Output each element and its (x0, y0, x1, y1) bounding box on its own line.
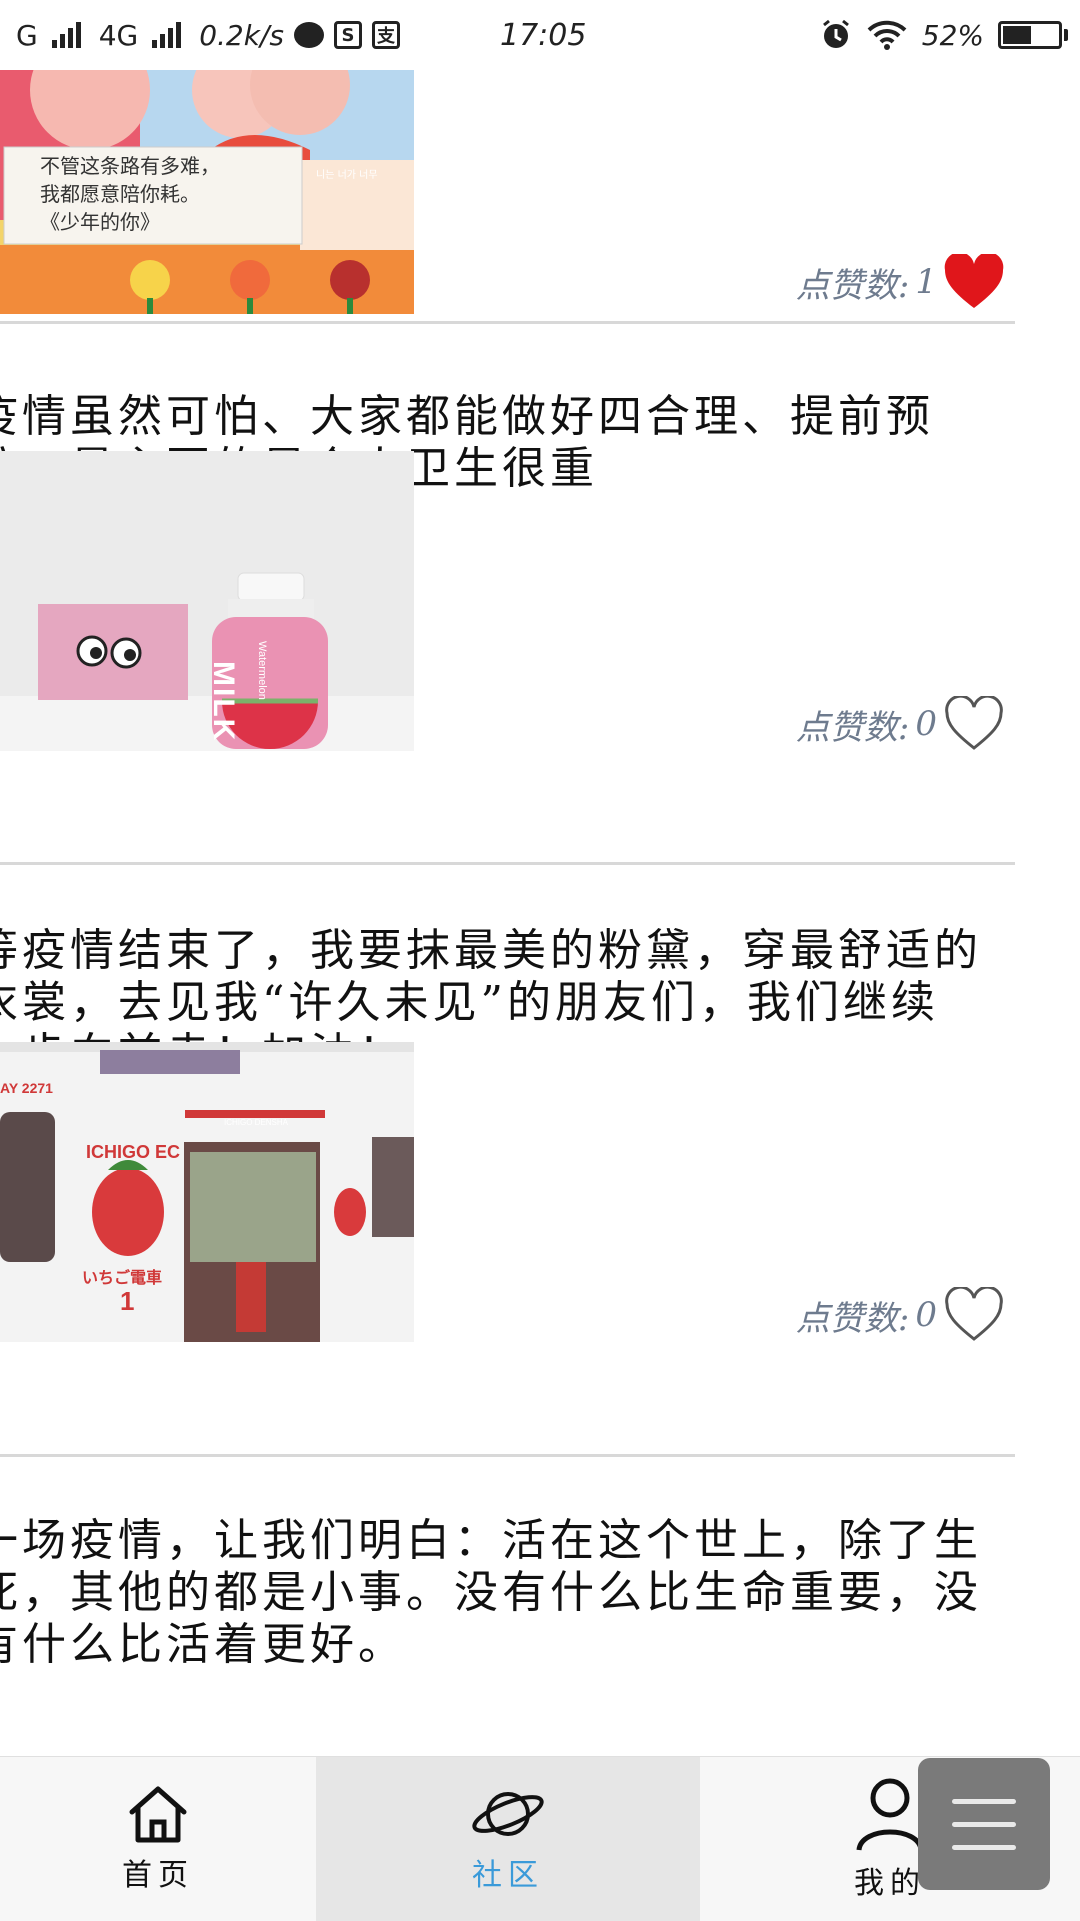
network-speed: 0.2k/s (199, 18, 284, 52)
s-app-icon: S (333, 21, 362, 49)
carrier-2: 4G (98, 18, 139, 52)
status-right: 52% (820, 0, 1068, 70)
wifi-icon (867, 20, 907, 50)
chat-bubble-icon (293, 22, 324, 48)
like-area[interactable]: 点赞数: 1 (796, 254, 1005, 310)
nav-mine-label: 我的 (854, 1866, 926, 1901)
like-area[interactable]: 点赞数: 0 (796, 1287, 1005, 1343)
menu-icon-bar (952, 1844, 1016, 1850)
planet-icon (472, 1792, 544, 1836)
battery-percent: 52% (921, 18, 984, 52)
heart-filled-icon[interactable] (943, 254, 1005, 310)
like-label: 点赞数: (795, 1298, 910, 1339)
train-text-3: 1 (120, 1286, 135, 1316)
post-text: 一场疫情，让我们明白：活在这个世上，除了生 死，其他的都是小事。没有什么比生命重… (0, 1515, 982, 1670)
post-image[interactable]: MILK Watermelon (0, 451, 414, 751)
like-label: 点赞数: (795, 265, 910, 306)
post-image[interactable]: 不管这条路有多难， 我都愿意陪你耗。 《少年的你》 니는 너가 너무 (0, 70, 414, 314)
clock: 17:05 (500, 17, 587, 53)
home-icon (129, 1786, 187, 1843)
menu-icon-bar (952, 1798, 1016, 1804)
post-card[interactable]: 疫情虽然可怕、大家都能做好四合理、提前预 防、最主要的是个人卫生很重 MILK … (0, 324, 1015, 865)
train-text-1: ICHIGO EC (86, 1142, 181, 1162)
like-label: 点赞数: (795, 707, 910, 748)
nav-home-label: 首页 (122, 1858, 194, 1893)
post-image[interactable]: ICHIGO EC いちご電車 1 AY 2271 ICHIGO DENSHA (0, 1042, 414, 1342)
battery-icon (998, 21, 1068, 49)
menu-icon-bar (952, 1821, 1016, 1827)
nav-community-label: 社区 (472, 1858, 544, 1893)
like-count: 0 (915, 704, 937, 744)
image-caption: 不管这条路有多难， 我都愿意陪你耗。 《少年的你》 (40, 154, 220, 234)
status-bar: G 4G 0.2k/s S 支 17:05 52% (0, 0, 1080, 70)
post-card[interactable]: 不管这条路有多难， 我都愿意陪你耗。 《少年的你》 니는 너가 너무 点赞数: … (0, 70, 1015, 324)
image-sign: 니는 너가 너무 (316, 170, 378, 181)
alipay-icon: 支 (371, 21, 400, 49)
bottle-label: MILK (207, 661, 240, 743)
signal-icon (51, 22, 81, 48)
like-count: 0 (915, 1295, 937, 1335)
nav-community[interactable]: 社区 (316, 1757, 700, 1921)
community-feed[interactable]: 不管这条路有多难， 我都愿意陪你耗。 《少年的你》 니는 너가 너무 点赞数: … (0, 70, 1080, 1756)
heart-outline-icon[interactable] (943, 696, 1005, 752)
post-card[interactable]: 一场疫情，让我们明白：活在这个世上，除了生 死，其他的都是小事。没有什么比生命重… (0, 1457, 1015, 1756)
bottle-sublabel: Watermelon (256, 641, 268, 700)
menu-button[interactable] (918, 1758, 1050, 1890)
alarm-icon (822, 19, 849, 48)
train-image (0, 1042, 414, 1342)
carrier-1: G (16, 18, 38, 52)
post-card[interactable]: 等疫情结束了，我要抹最美的粉黛，穿最舒适的 衣裳，去见我“许久未见”的朋友们，我… (0, 865, 1015, 1457)
heart-outline-icon[interactable] (943, 1287, 1005, 1343)
signal-icon-2 (152, 22, 182, 48)
nav-home[interactable]: 首页 (0, 1757, 316, 1921)
like-count: 1 (915, 262, 937, 302)
train-text-2: いちご電車 (82, 1268, 163, 1287)
train-text-5: ICHIGO DENSHA (224, 1118, 289, 1127)
status-left: G 4G 0.2k/s S 支 (16, 0, 400, 70)
user-icon (856, 1778, 924, 1851)
like-area[interactable]: 点赞数: 0 (796, 696, 1005, 752)
train-text-4: AY 2271 (0, 1080, 53, 1096)
